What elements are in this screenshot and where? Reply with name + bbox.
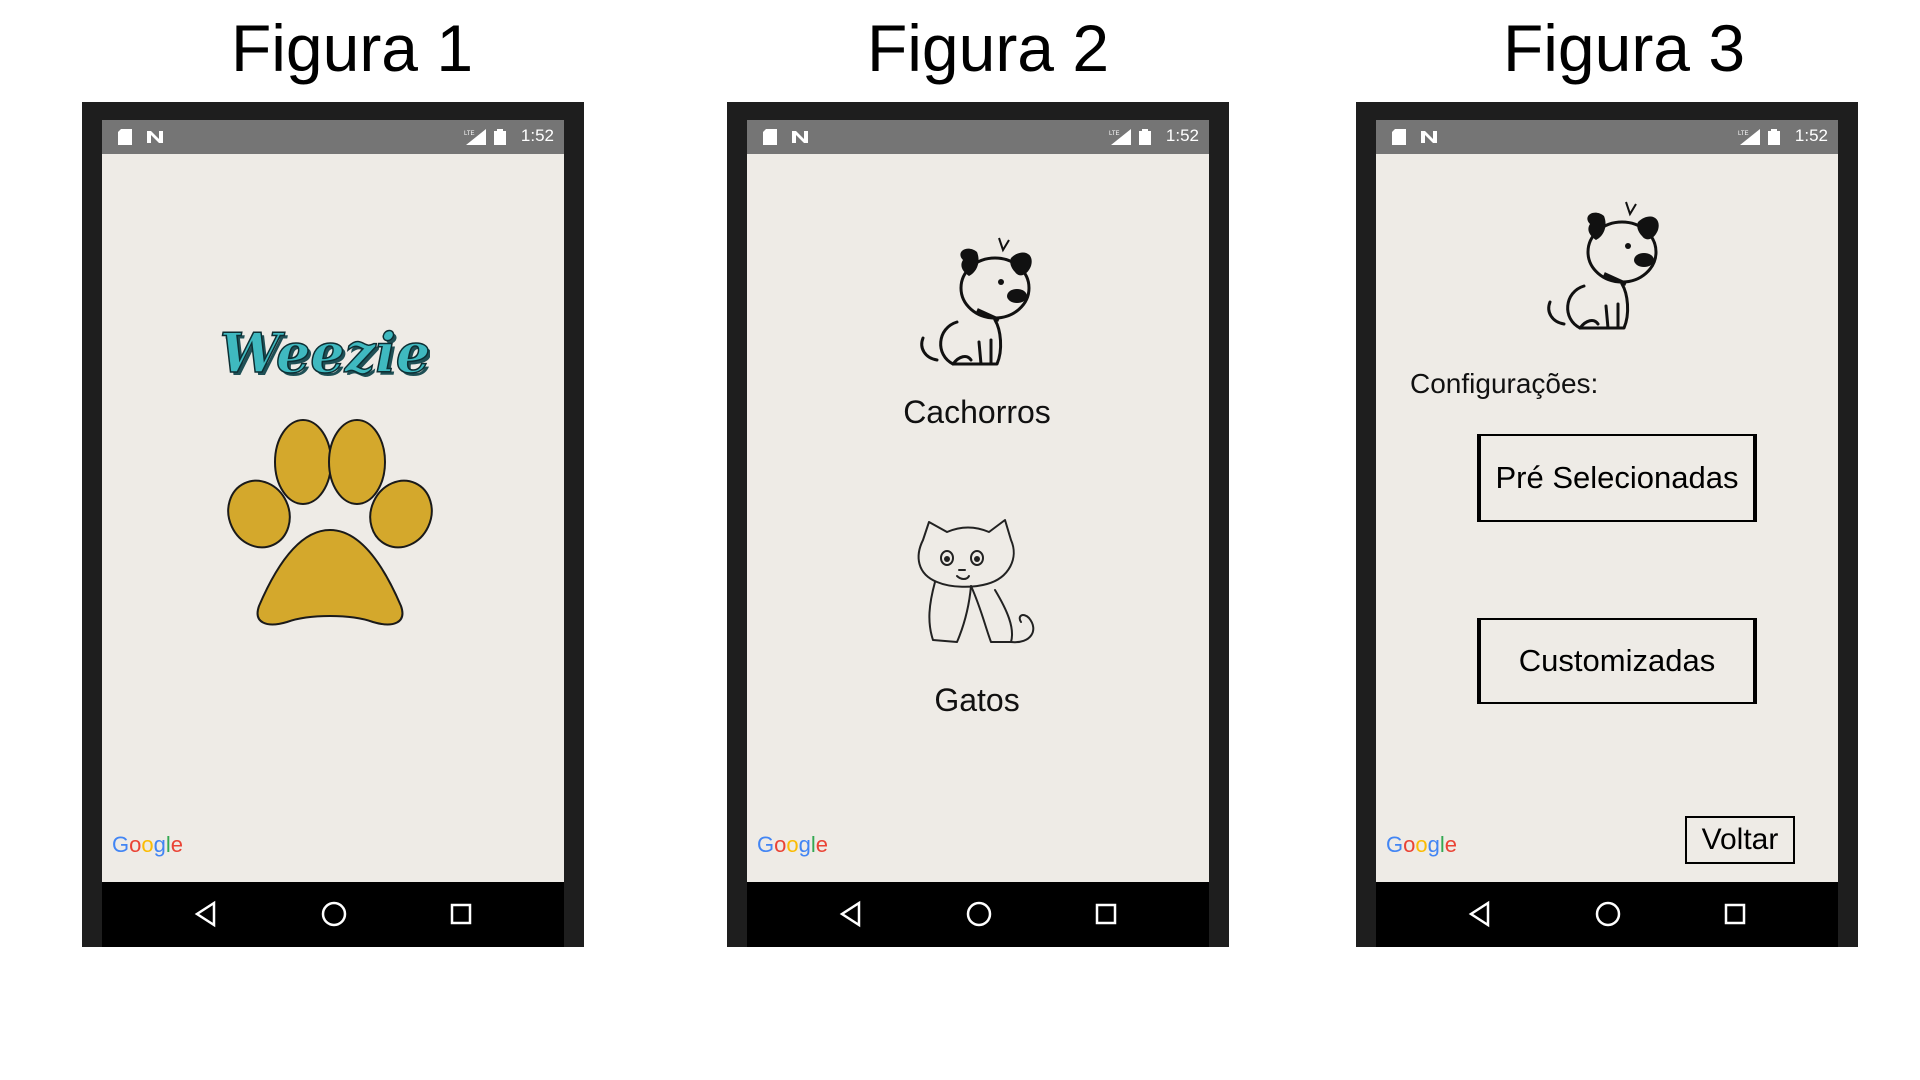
- nav-bar: [1376, 882, 1838, 947]
- svg-text:LTE: LTE: [1738, 131, 1749, 137]
- back-button[interactable]: Voltar: [1685, 816, 1795, 864]
- dogs-label: Cachorros: [903, 394, 1051, 430]
- lte-signal-icon: LTE: [464, 129, 486, 145]
- recents-icon[interactable]: [449, 900, 473, 928]
- dog-icon: [920, 237, 1032, 366]
- sd-card-icon: [1392, 129, 1406, 145]
- custom-button[interactable]: Customizadas: [1477, 618, 1757, 704]
- status-time: 1:52: [520, 126, 554, 145]
- cats-option[interactable]: Gatos: [877, 518, 1077, 758]
- figure-2-title: Figura 2: [866, 11, 1110, 85]
- nav-bar: [747, 882, 1209, 947]
- google-mark: Google: [112, 832, 184, 857]
- sd-card-icon: [763, 129, 777, 145]
- splash-screen: LTE 1:52 Weezie Weezie Google: [102, 120, 564, 882]
- paw-icon: [227, 419, 433, 626]
- status-bar: LTE 1:52: [102, 120, 564, 154]
- recents-icon[interactable]: [1094, 900, 1118, 928]
- status-bar: LTE 1:52: [747, 120, 1209, 154]
- nav-bar: [102, 882, 564, 947]
- phone-figure-1: LTE 1:52 Weezie Weezie Google: [82, 102, 584, 947]
- status-bar: LTE 1:52: [1376, 120, 1838, 154]
- figure-1-title: Figura 1: [230, 11, 474, 85]
- lte-signal-icon: LTE: [1738, 129, 1760, 145]
- settings-heading: Configurações:: [1410, 368, 1599, 399]
- google-mark: Google: [1386, 832, 1458, 857]
- weezie-logo: Weezie Weezie: [220, 320, 430, 388]
- n-icon: [147, 131, 163, 143]
- back-icon[interactable]: [839, 900, 863, 928]
- cats-label: Gatos: [934, 682, 1020, 718]
- dogs-option[interactable]: Cachorros: [877, 230, 1077, 480]
- back-icon[interactable]: [194, 900, 218, 928]
- battery-icon: [1139, 129, 1151, 145]
- menu-screen: LTE 1:52 Cachorros Gatos Google: [747, 120, 1209, 882]
- status-time: 1:52: [1794, 126, 1828, 145]
- n-icon: [1421, 131, 1437, 143]
- figure-3-title: Figura 3: [1502, 11, 1746, 85]
- battery-icon: [494, 129, 506, 145]
- battery-icon: [1768, 129, 1780, 145]
- logo-text: Weezie: [220, 321, 430, 385]
- recents-icon[interactable]: [1723, 900, 1747, 928]
- home-icon[interactable]: [1594, 900, 1622, 928]
- phone-figure-2: LTE 1:52 Cachorros Gatos Google: [727, 102, 1229, 947]
- n-icon: [792, 131, 808, 143]
- google-mark: Google: [757, 832, 829, 857]
- home-icon[interactable]: [965, 900, 993, 928]
- svg-text:LTE: LTE: [1109, 131, 1120, 137]
- status-time: 1:52: [1165, 126, 1199, 145]
- phone-figure-3: LTE 1:52 Configurações: Pré Selecionadas…: [1356, 102, 1858, 947]
- dog-icon: [1547, 201, 1659, 330]
- lte-signal-icon: LTE: [1109, 129, 1131, 145]
- cat-icon: [917, 519, 1035, 644]
- svg-text:LTE: LTE: [464, 131, 475, 137]
- preselected-button[interactable]: Pré Selecionadas: [1477, 434, 1757, 522]
- settings-screen: LTE 1:52 Configurações: Pré Selecionadas…: [1376, 120, 1838, 882]
- sd-card-icon: [118, 129, 132, 145]
- home-icon[interactable]: [320, 900, 348, 928]
- back-icon[interactable]: [1468, 900, 1492, 928]
